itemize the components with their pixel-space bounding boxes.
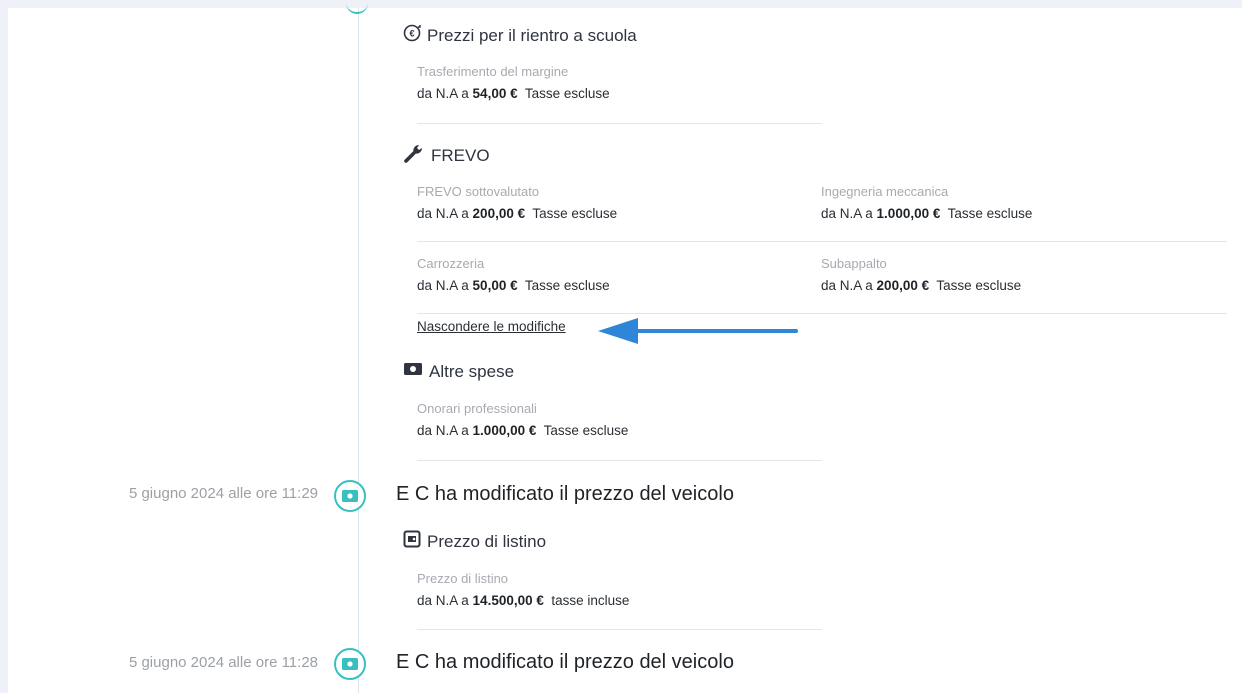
- item-label: Onorari professionali: [417, 401, 537, 416]
- item-label: Prezzo di listino: [417, 571, 509, 586]
- item-label: Carrozzeria: [417, 256, 485, 271]
- list-price-title: Prezzo di listino: [427, 531, 547, 551]
- price-item-subcontracting: Subappalto da N.A a 200,00 € Tasse esclu…: [821, 256, 1021, 293]
- price-item-professional-fees: Onorari professionali da N.A a 1.000,00 …: [417, 401, 628, 438]
- wrench-icon: [403, 142, 425, 169]
- item-label: Ingegneria meccanica: [821, 184, 949, 199]
- event-badge: [334, 480, 366, 512]
- banknote-icon: [403, 361, 423, 382]
- item-value: da N.A a 200,00 € Tasse escluse: [821, 278, 1022, 293]
- event-badge: [334, 648, 366, 680]
- item-label: Trasferimento del margine: [417, 64, 569, 79]
- item-value: da N.A a 54,00 € Tasse escluse: [417, 86, 610, 101]
- other-costs-section: Altre spese: [403, 361, 514, 382]
- other-costs-title: Altre spese: [429, 361, 515, 381]
- price-item-frevo-undervalued: FREVO sottovalutato da N.A a 200,00 € Ta…: [417, 184, 617, 221]
- price-item-mechanical-engineering: Ingegneria meccanica da N.A a 1.000,00 €…: [821, 184, 1032, 221]
- history-panel: € Prezzi per il rientro a scuola Trasfer…: [8, 8, 1242, 693]
- price-item-list-price: Prezzo di listino da N.A a 14.500,00 € t…: [417, 571, 629, 608]
- event-date: 5 giugno 2024 alle ore 11:29: [128, 485, 318, 502]
- item-value: da N.A a 50,00 € Tasse escluse: [417, 278, 610, 293]
- back-to-school-header: € Prezzi per il rientro a scuola: [403, 24, 637, 47]
- euro-refresh-icon: €: [403, 24, 421, 47]
- event-title: E C ha modificato il prezzo del veicolo: [396, 651, 734, 673]
- back-to-school-title: Prezzi per il rientro a scuola: [427, 25, 637, 45]
- other-costs-header: Altre spese: [403, 361, 514, 382]
- price-item-margin-transfer: Trasferimento del margine da N.A a 54,00…: [417, 64, 610, 101]
- divider: [417, 460, 822, 461]
- divider: [417, 123, 822, 124]
- banknote-icon: [342, 490, 358, 502]
- item-label: FREVO sottovalutato: [417, 184, 540, 199]
- price-item-bodywork: Carrozzeria da N.A a 50,00 € Tasse esclu…: [417, 256, 610, 293]
- banknote-icon: [342, 658, 358, 670]
- divider: [417, 629, 822, 630]
- event-title: E C ha modificato il prezzo del veicolo: [396, 483, 734, 505]
- item-label: Subappalto: [821, 256, 887, 271]
- item-value: da N.A a 14.500,00 € tasse incluse: [417, 593, 630, 608]
- timeline-node-partial: [346, 0, 368, 14]
- item-value: da N.A a 1.000,00 € Tasse escluse: [821, 206, 1033, 221]
- list-price-section: Prezzo di listino: [403, 530, 546, 553]
- svg-text:€: €: [409, 29, 414, 39]
- timeline-line: [358, 8, 359, 693]
- back-to-school-section: € Prezzi per il rientro a scuola: [403, 24, 637, 47]
- frevo-title: FREVO: [431, 145, 490, 165]
- frevo-section: FREVO: [403, 142, 490, 169]
- hide-changes-link[interactable]: Nascondere le modifiche: [417, 319, 566, 334]
- item-value: da N.A a 1.000,00 € Tasse escluse: [417, 423, 629, 438]
- list-price-header: Prezzo di listino: [403, 530, 546, 553]
- arrow-annotation-icon: [598, 318, 798, 344]
- price-tag-icon: [403, 530, 421, 553]
- divider: [417, 313, 1227, 314]
- item-value: da N.A a 200,00 € Tasse escluse: [417, 206, 618, 221]
- divider: [417, 241, 1227, 242]
- event-date: 5 giugno 2024 alle ore 11:28: [128, 654, 318, 671]
- frevo-header: FREVO: [403, 142, 490, 169]
